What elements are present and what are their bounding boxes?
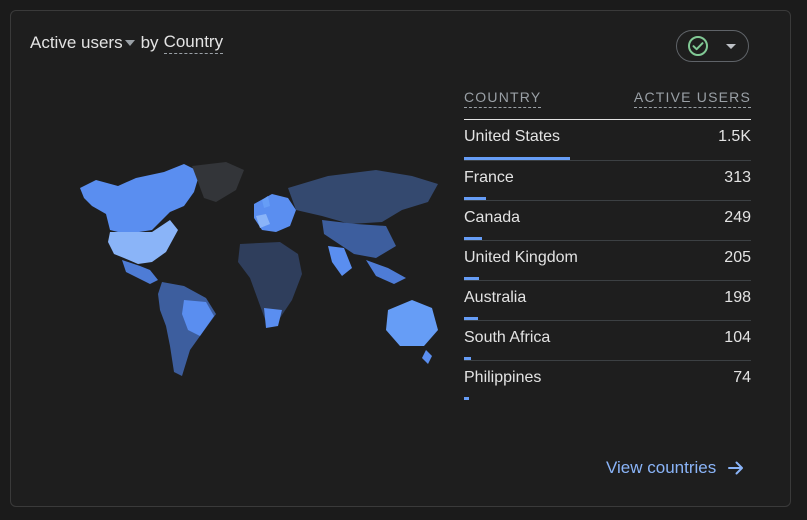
column-header-active-users[interactable]: ACTIVE USERS bbox=[633, 89, 751, 108]
country-table: COUNTRY ACTIVE USERS United States 1.5K … bbox=[464, 89, 751, 400]
active-users-value: 74 bbox=[733, 369, 751, 386]
active-users-value: 313 bbox=[724, 169, 751, 186]
country-india[interactable] bbox=[328, 246, 352, 276]
active-users-value: 205 bbox=[724, 249, 751, 266]
metric-label[interactable]: Active users bbox=[30, 33, 123, 53]
by-label: by bbox=[140, 33, 159, 52]
active-users-value: 198 bbox=[724, 289, 751, 306]
insights-chip[interactable] bbox=[676, 30, 749, 62]
table-row[interactable]: Philippines 74 bbox=[464, 360, 751, 400]
active-users-value: 1.5K bbox=[718, 128, 751, 145]
country-name: United Kingdom bbox=[464, 249, 578, 266]
chevron-down-icon bbox=[726, 43, 736, 49]
country-name: Philippines bbox=[464, 369, 542, 386]
country-name: France bbox=[464, 169, 514, 186]
country-south-africa[interactable] bbox=[264, 308, 282, 328]
world-map bbox=[80, 162, 438, 376]
arrow-right-icon bbox=[728, 461, 744, 475]
country-name: Australia bbox=[464, 289, 527, 306]
country-name: South Africa bbox=[464, 329, 551, 346]
column-header-country[interactable]: COUNTRY bbox=[464, 89, 542, 108]
country-name: Canada bbox=[464, 209, 521, 226]
table-row[interactable]: Canada 249 bbox=[464, 200, 751, 240]
table-row[interactable]: France 313 bbox=[464, 160, 751, 200]
table-row[interactable]: United States 1.5K bbox=[464, 120, 751, 160]
view-countries-label: View countries bbox=[606, 458, 717, 477]
table-row[interactable]: South Africa 104 bbox=[464, 320, 751, 360]
country-greenland[interactable] bbox=[192, 162, 244, 202]
share-bar bbox=[464, 397, 469, 400]
country-new-zealand[interactable] bbox=[422, 350, 432, 364]
table-header: COUNTRY ACTIVE USERS bbox=[464, 89, 751, 113]
country-russia[interactable] bbox=[288, 170, 438, 224]
table-rows: United States 1.5K France 313 Canada 249… bbox=[464, 119, 751, 400]
country-canada[interactable] bbox=[80, 164, 200, 234]
check-circle-icon bbox=[688, 36, 708, 56]
table-row[interactable]: Australia 198 bbox=[464, 280, 751, 320]
active-users-value: 249 bbox=[724, 209, 751, 226]
view-countries-link[interactable]: View countries bbox=[606, 458, 744, 478]
region-southeast-asia[interactable] bbox=[366, 260, 406, 284]
country-name: United States bbox=[464, 128, 561, 145]
metric-dropdown-icon[interactable] bbox=[124, 40, 135, 46]
card-title: Active users by Country bbox=[30, 32, 224, 54]
table-row[interactable]: United Kingdom 205 bbox=[464, 240, 751, 280]
country-australia[interactable] bbox=[386, 300, 438, 346]
active-users-value: 104 bbox=[724, 329, 751, 346]
region-south-america[interactable] bbox=[158, 282, 216, 376]
dimension-label[interactable]: Country bbox=[163, 32, 224, 54]
